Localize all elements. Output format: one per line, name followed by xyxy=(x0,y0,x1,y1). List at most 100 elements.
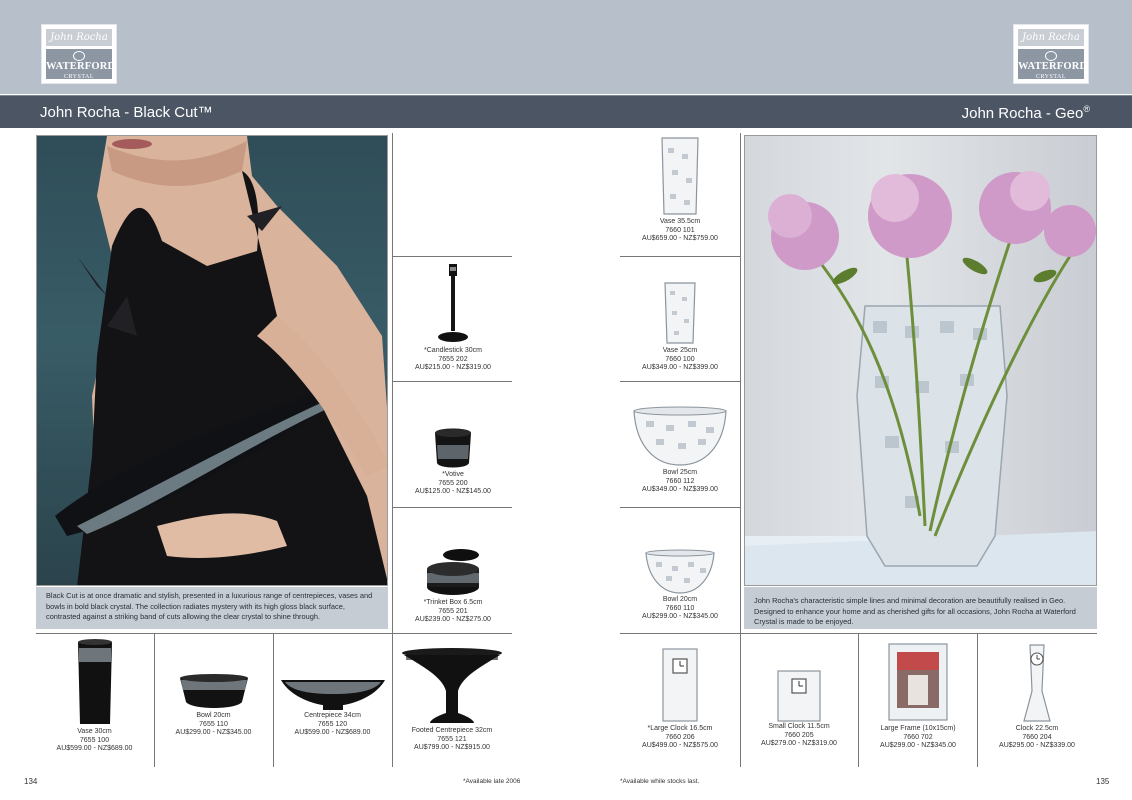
product-code: 7655 202 xyxy=(438,355,468,363)
product-name: *Trinket Box 6.5cm xyxy=(423,599,483,606)
trinket-box-image xyxy=(427,549,479,595)
product-code: 7655 201 xyxy=(438,607,468,615)
seahorse-seal-icon xyxy=(1045,51,1057,61)
product-large-clock: *Large Clock 16.5cm 7660 206 AU$499.00 -… xyxy=(622,645,738,751)
product-code: 7660 112 xyxy=(665,477,695,485)
votive-image xyxy=(435,428,471,468)
title-bar: John Rocha - Black Cut™ John Rocha - Geo… xyxy=(0,95,1132,128)
product-code: 7655 100 xyxy=(79,736,110,744)
model-photo xyxy=(36,135,388,586)
logo-brand: WATERFORD xyxy=(1018,61,1088,72)
large-clock-image xyxy=(662,648,698,722)
product-name: Centrepiece 34cm xyxy=(304,712,361,719)
product-name: Vase 35.5cm xyxy=(659,218,701,225)
product-footed-centrepiece: Footed Centrepiece 32cm 7655 121 AU$799.… xyxy=(394,647,510,753)
title-right-text: John Rocha - Geo xyxy=(961,105,1084,122)
product-price: AU$499.00 - NZ$575.00 xyxy=(642,742,718,750)
product-code: 7660 205 xyxy=(784,731,814,739)
grid-divider xyxy=(392,256,512,257)
product-price: AU$299.00 - NZ$345.00 xyxy=(642,613,718,621)
footnote-left: *Available late 2006 xyxy=(463,778,521,785)
product-vase-25: Vase 25cm 7660 100 AU$349.00 - NZ$399.00 xyxy=(624,281,736,373)
product-price: AU$295.00 - NZ$339.00 xyxy=(999,742,1075,750)
header-band xyxy=(0,0,1132,94)
small-clock-image xyxy=(777,670,821,722)
product-name: *Large Clock 16.5cm xyxy=(647,725,713,732)
glass-vase-image xyxy=(664,282,696,344)
product-name: *Candlestick 30cm xyxy=(424,347,482,354)
footnote-right: *Available while stocks last. xyxy=(620,778,700,785)
black-bowl-image xyxy=(179,674,248,708)
centrepiece-image xyxy=(280,680,385,710)
product-trinket-box: *Trinket Box 6.5cm 7655 201 AU$239.00 - … xyxy=(397,547,509,625)
product-name: Footed Centrepiece 32cm xyxy=(411,727,493,734)
product-name: Vase 25cm xyxy=(662,347,698,354)
product-price: AU$349.00 - NZ$399.00 xyxy=(642,364,718,372)
model-illustration xyxy=(55,136,387,585)
product-name: Bowl 25cm xyxy=(662,469,698,476)
product-name: *Votive xyxy=(442,471,464,478)
grid-divider xyxy=(36,633,512,634)
seahorse-seal-icon xyxy=(73,51,85,61)
product-bowl-20-black: Bowl 20cm 7655 110 AU$299.00 - NZ$345.00 xyxy=(156,672,271,738)
grid-divider xyxy=(392,381,512,382)
product-code: 7655 200 xyxy=(438,479,468,487)
grid-divider xyxy=(273,633,274,767)
product-name: Bowl 20cm xyxy=(662,596,698,603)
product-price: AU$215.00 - NZ$319.00 xyxy=(415,364,491,372)
product-name: Bowl 20cm xyxy=(196,712,231,719)
product-centrepiece-34: Centrepiece 34cm 7655 120 AU$599.00 - NZ… xyxy=(275,676,390,738)
page-number-left: 134 xyxy=(24,777,38,786)
product-code: 7655 110 xyxy=(199,720,228,728)
product-votive: *Votive 7655 200 AU$125.00 - NZ$145.00 xyxy=(397,425,509,497)
product-code: 7660 110 xyxy=(665,604,695,612)
logo-sub: CRYSTAL xyxy=(1035,74,1067,80)
page-title-right: John Rocha - Geo® xyxy=(962,104,1090,122)
waterford-logo-right: John Rocha WATERFORD CRYSTAL xyxy=(1013,24,1089,84)
grid-divider xyxy=(858,633,859,767)
product-bowl-25: Bowl 25cm 7660 112 AU$349.00 - NZ$399.00 xyxy=(624,405,736,495)
product-price: AU$599.00 - NZ$689.00 xyxy=(294,729,371,737)
product-code: 7660 206 xyxy=(665,733,695,741)
product-small-clock: Small Clock 11.5cm 7660 205 AU$279.00 - … xyxy=(741,667,857,749)
product-price: AU$299.00 - NZ$345.00 xyxy=(880,742,956,750)
product-vase-30: Vase 30cm 7655 100 AU$599.00 - NZ$689.00 xyxy=(37,638,152,754)
product-code: 7660 702 xyxy=(903,733,933,741)
logo-sub: CRYSTAL xyxy=(63,74,95,80)
geo-caption: John Rocha's characteristic simple lines… xyxy=(744,587,1097,629)
grid-divider xyxy=(392,133,393,633)
black-cut-caption: Black Cut is at once dramatic and stylis… xyxy=(36,587,388,629)
john-rocha-signature: John Rocha xyxy=(46,29,112,46)
product-name: Vase 30cm xyxy=(77,728,112,735)
waterford-badge: WATERFORD CRYSTAL xyxy=(46,49,116,80)
footed-centrepiece-image xyxy=(402,648,502,723)
candlestick-image xyxy=(438,264,468,342)
product-code: 7655 121 xyxy=(437,735,467,743)
glass-bowl-image xyxy=(645,549,715,594)
product-code: 7660 101 xyxy=(665,226,695,234)
grid-divider xyxy=(977,633,978,767)
grid-divider xyxy=(392,633,393,767)
grid-divider xyxy=(392,507,512,508)
product-price: AU$279.00 - NZ$319.00 xyxy=(761,740,837,748)
page-number-right: 135 xyxy=(1096,777,1110,786)
product-vase-35: Vase 35.5cm 7660 101 AU$659.00 - NZ$759.… xyxy=(624,136,736,244)
tall-clock-image xyxy=(1023,644,1051,722)
product-code: 7660 204 xyxy=(1022,733,1052,741)
grid-divider xyxy=(620,507,740,508)
glass-vase-image xyxy=(661,137,699,215)
product-name: Clock 22.5cm xyxy=(1015,725,1059,732)
logo-brand: WATERFORD xyxy=(46,61,116,72)
vase-peonies-photo xyxy=(744,135,1097,586)
registered-mark: ® xyxy=(1083,104,1090,114)
waterford-logo-left: John Rocha WATERFORD CRYSTAL xyxy=(41,24,117,84)
grid-divider xyxy=(620,381,740,382)
product-price: AU$125.00 - NZ$145.00 xyxy=(415,488,491,496)
product-price: AU$299.00 - NZ$345.00 xyxy=(175,729,252,737)
photo-frame-image xyxy=(888,643,948,721)
product-price: AU$239.00 - NZ$275.00 xyxy=(415,616,491,624)
glass-bowl-image xyxy=(633,406,727,466)
product-clock-22: Clock 22.5cm 7660 204 AU$295.00 - NZ$339… xyxy=(979,641,1095,751)
product-name: Small Clock 11.5cm xyxy=(768,723,830,730)
grid-divider xyxy=(154,633,155,767)
